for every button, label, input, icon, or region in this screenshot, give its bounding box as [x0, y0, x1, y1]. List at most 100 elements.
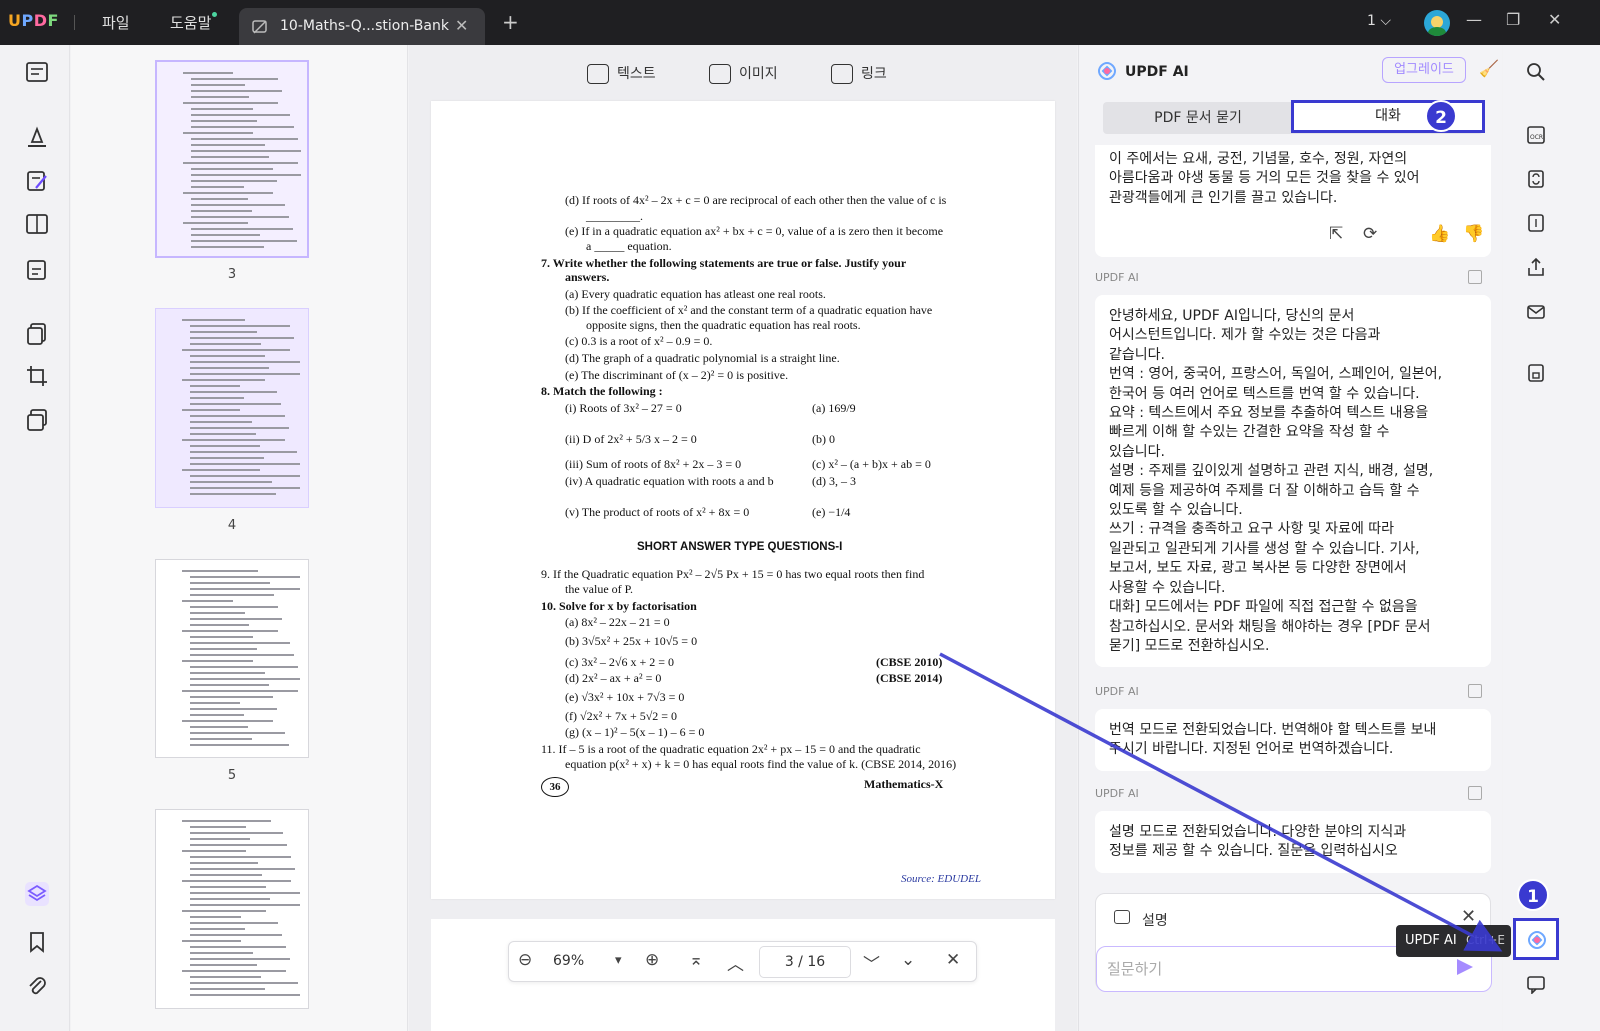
thumbnail-text-line: [190, 487, 300, 489]
convert-icon[interactable]: [1526, 169, 1546, 189]
tab-close-icon[interactable]: ✕: [455, 16, 468, 35]
clear-chat-icon[interactable]: 🧹: [1479, 59, 1499, 78]
thumbnail-text-line: [190, 576, 300, 578]
close-navbar-icon[interactable]: ✕: [946, 950, 960, 970]
doc-footer: Mathematics-X: [864, 777, 944, 791]
updf-logo[interactable]: UPDF: [8, 11, 59, 30]
message-line: 관광객들에게 큰 인기를 끌고 있습니다.: [1109, 189, 1338, 206]
zoom-out-icon[interactable]: ⊖: [518, 950, 532, 970]
title-bar: UPDF 파일 도움말 10-Maths-Q...stion-Bank ✕ + …: [0, 0, 1600, 45]
question-input[interactable]: [1107, 957, 1437, 981]
thumbnail-text-line: [190, 642, 290, 644]
doc-line: a _____ equation.: [586, 239, 672, 253]
minimize-icon[interactable]: —: [1466, 10, 1482, 29]
zoom-dropdown-icon[interactable]: ▾: [615, 953, 622, 968]
close-mode-icon[interactable]: ✕: [1461, 906, 1476, 927]
thumbnail-text-line: [191, 216, 289, 218]
thumbnail-text-line: [183, 222, 248, 224]
previous-page-icon[interactable]: ︿: [727, 950, 744, 975]
regenerate-icon[interactable]: ⟳: [1363, 224, 1377, 244]
thumbnail-text-line: [190, 952, 253, 954]
restore-icon[interactable]: ❐: [1506, 10, 1520, 29]
page-indicator[interactable]: 3 / 16: [759, 946, 851, 978]
ai-message: 설명 모드로 전환되었습니다. 다양한 분야의 지식과 정보를 제공 할 수 있습…: [1095, 811, 1491, 873]
close-window-icon[interactable]: ✕: [1548, 10, 1561, 29]
thumbnail-text-line: [190, 457, 264, 459]
thumbnail-text-line: [191, 126, 294, 128]
thumbnail-text-line: [190, 738, 252, 740]
thumbnail-page-5[interactable]: [155, 559, 309, 758]
updf-ai-button[interactable]: [1513, 918, 1559, 960]
copy-icon[interactable]: [1468, 270, 1482, 284]
copy-icon[interactable]: [1468, 786, 1482, 800]
document-tab[interactable]: 10-Maths-Q...stion-Bank ✕: [239, 8, 485, 45]
first-page-icon[interactable]: ⌅: [689, 950, 703, 970]
email-icon[interactable]: [1526, 302, 1546, 322]
new-tab-icon[interactable]: +: [502, 10, 519, 34]
doc-line: (d) 3, – 3: [812, 474, 856, 488]
edit-pdf-icon[interactable]: [24, 168, 50, 194]
thumbnail-text-line: [190, 684, 269, 686]
add-link-button[interactable]: 링크: [831, 63, 887, 84]
right-toolbar: OCR 1: [1503, 45, 1600, 1031]
thumbnail-text-line: [190, 862, 258, 864]
thumbnail-page-4[interactable]: [155, 308, 309, 508]
message-line: 쓰기 : 규격을 충족하고 요구 사항 및 자료에 따라: [1109, 521, 1395, 538]
svg-text:OCR: OCR: [1530, 134, 1543, 141]
layers-icon[interactable]: [24, 881, 50, 907]
message-line: 한국어 등 여러 언어로 텍스트를 번역 할 수 있습니다.: [1109, 385, 1420, 402]
message-line: 사용할 수 있습니다.: [1109, 579, 1226, 596]
add-text-button[interactable]: 텍스트: [587, 63, 656, 84]
doc-line: _________.: [586, 209, 643, 223]
send-icon[interactable]: [1457, 959, 1473, 975]
add-image-button[interactable]: 이미지: [709, 63, 778, 84]
doc-line: (CBSE 2014): [876, 671, 943, 685]
thumbnail-text-line: [183, 132, 253, 134]
search-icon[interactable]: [1526, 62, 1546, 82]
doc-line: (e) −1/4: [812, 505, 851, 519]
upgrade-button[interactable]: 업그레이드: [1382, 57, 1466, 83]
next-page-icon[interactable]: ﹀: [863, 950, 880, 975]
thumbnail-page-3[interactable]: [155, 60, 309, 258]
window-count-selector[interactable]: 1 ⌵: [1367, 13, 1391, 29]
reader-icon[interactable]: [24, 59, 50, 85]
page-layout-icon[interactable]: [24, 211, 50, 237]
organize-pages-icon[interactable]: [24, 321, 50, 347]
thumbnail-text-line: [190, 868, 295, 870]
thumbnail-text-line: [190, 624, 249, 626]
avatar[interactable]: [1424, 10, 1450, 36]
compress-icon[interactable]: [1526, 213, 1546, 233]
share-icon[interactable]: [1526, 257, 1546, 277]
zoom-in-icon[interactable]: ⊕: [645, 950, 659, 970]
thumbs-down-icon[interactable]: 👎: [1463, 224, 1484, 244]
attachment-icon[interactable]: [24, 973, 50, 999]
tab-ask-pdf[interactable]: PDF 문서 묻기: [1103, 102, 1293, 134]
zoom-level[interactable]: 69%: [553, 953, 584, 969]
crop-icon[interactable]: [24, 363, 50, 389]
last-page-icon[interactable]: ⌄: [901, 950, 915, 970]
thumbnail-text-line: [190, 325, 290, 327]
message-line: 요약 : 텍스트에서 주요 정보를 추출하여 텍스트 내용을: [1109, 405, 1429, 422]
image-icon: [709, 64, 731, 84]
message-line: 설명 모드로 전환되었습니다. 다양한 분야의 지식과: [1109, 824, 1407, 840]
menu-file[interactable]: 파일: [102, 12, 130, 33]
protect-icon[interactable]: [24, 407, 50, 433]
thumbnail-text-line: [190, 916, 241, 918]
ocr-icon[interactable]: OCR: [1526, 125, 1546, 145]
bookmark-icon[interactable]: [24, 929, 50, 955]
save-icon[interactable]: [1526, 363, 1546, 383]
thumbnail-page-6[interactable]: [155, 809, 309, 1009]
thumbs-up-icon[interactable]: 👍: [1429, 224, 1450, 244]
export-icon[interactable]: ⇱: [1329, 224, 1343, 244]
menu-help[interactable]: 도움말: [170, 12, 218, 33]
doc-line: (b) 3√5x² + 25x + 10√5 = 0: [565, 634, 698, 648]
thumbnail-text-line: [182, 600, 233, 602]
comment-highlight-icon[interactable]: [24, 124, 50, 150]
message-line: 참고하십시오. 문서와 채팅을 해야하는 경우 [PDF 문서: [1109, 618, 1431, 635]
copy-icon[interactable]: [1468, 684, 1482, 698]
pdf-page[interactable]: (d) If roots of 4x² – 2x + c = 0 are rec…: [431, 101, 1055, 899]
form-icon[interactable]: [24, 257, 50, 283]
thumbnail-text-line: [190, 606, 278, 608]
thumbnail-text-line: [190, 451, 297, 453]
comment-list-icon[interactable]: [1526, 974, 1546, 995]
